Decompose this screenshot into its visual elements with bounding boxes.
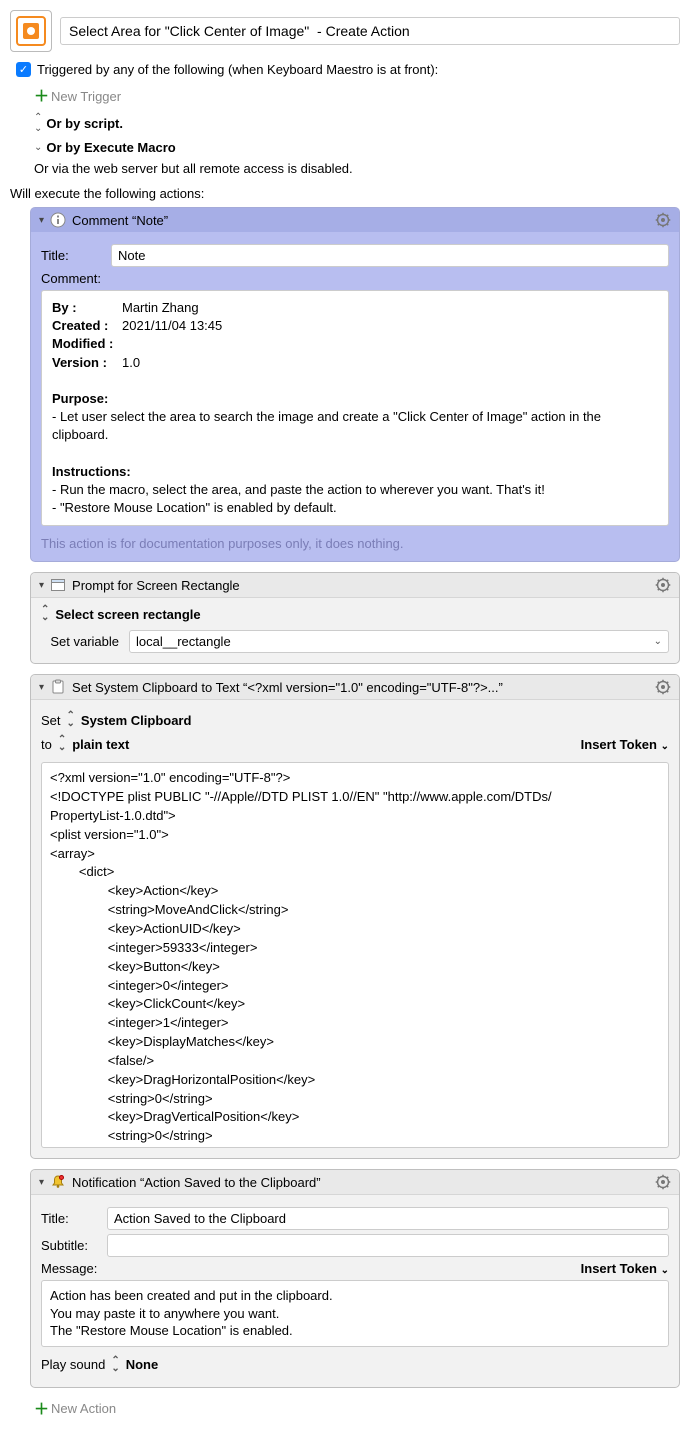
gear-icon[interactable] xyxy=(655,1174,671,1190)
chevron-down-icon[interactable]: ⌄ xyxy=(34,142,42,153)
play-sound-dropdown[interactable]: ⌃⌄ None xyxy=(111,1357,158,1373)
title-label: Title: xyxy=(41,248,101,263)
app-icon xyxy=(10,10,52,52)
new-action-button[interactable]: ＋New Action xyxy=(34,1398,680,1419)
notify-title-input[interactable] xyxy=(107,1207,669,1230)
gear-icon[interactable] xyxy=(655,679,671,695)
notify-title-label: Title: xyxy=(41,1211,97,1226)
or-by-execute-macro[interactable]: Or by Execute Macro xyxy=(46,140,175,155)
notify-subtitle-label: Subtitle: xyxy=(41,1238,97,1253)
will-execute-label: Will execute the following actions: xyxy=(10,186,680,201)
clipboard-icon xyxy=(50,679,66,695)
action-title: Notification “Action Saved to the Clipbo… xyxy=(72,1175,649,1190)
action-comment[interactable]: ▾ Comment “Note” Title: Comment: By :Mar… xyxy=(30,207,680,562)
comment-label: Comment: xyxy=(41,271,101,286)
to-format-dropdown[interactable]: ⌃⌄ plain text xyxy=(58,736,129,752)
action-title: Prompt for Screen Rectangle xyxy=(72,578,649,593)
updown-icon[interactable]: ⌃⌄ xyxy=(34,112,42,134)
action-notification[interactable]: ▾ Notification “Action Saved to the Clip… xyxy=(30,1169,680,1388)
comment-icon xyxy=(50,212,66,228)
gear-icon[interactable] xyxy=(655,212,671,228)
new-trigger-button[interactable]: ＋New Trigger xyxy=(34,85,680,106)
disclosure-icon[interactable]: ▾ xyxy=(39,682,44,693)
set-variable-label: Set variable xyxy=(41,634,119,649)
action-title: Set System Clipboard to Text “<?xml vers… xyxy=(72,680,649,695)
notify-message-label: Message: xyxy=(41,1261,97,1276)
or-by-script[interactable]: Or by script. xyxy=(46,116,123,131)
notify-message-input[interactable]: Action has been created and put in the c… xyxy=(41,1280,669,1347)
comment-body[interactable]: By :Martin Zhang Created :2021/11/04 13:… xyxy=(41,290,669,526)
set-label: Set xyxy=(41,713,61,728)
insert-token-button[interactable]: Insert Token ⌄ xyxy=(581,737,669,752)
set-target-dropdown[interactable]: ⌃⌄ System Clipboard xyxy=(67,712,192,728)
or-via-web: Or via the web server but all remote acc… xyxy=(34,161,353,176)
bell-icon xyxy=(50,1174,66,1190)
action-title: Comment “Note” xyxy=(72,213,649,228)
action-set-clipboard[interactable]: ▾ Set System Clipboard to Text “<?xml ve… xyxy=(30,674,680,1159)
to-label: to xyxy=(41,737,52,752)
select-rectangle-dropdown[interactable]: ⌃⌄ Select screen rectangle xyxy=(41,606,669,622)
chevron-down-icon: ⌄ xyxy=(654,636,662,647)
notify-subtitle-input[interactable] xyxy=(107,1234,669,1257)
comment-title-input[interactable] xyxy=(111,244,669,267)
macro-title-input[interactable] xyxy=(60,17,680,45)
comment-disclaimer: This action is for documentation purpose… xyxy=(41,536,669,551)
window-icon xyxy=(50,577,66,593)
play-sound-label: Play sound xyxy=(41,1357,105,1372)
disclosure-icon[interactable]: ▾ xyxy=(39,215,44,226)
triggered-checkbox[interactable]: ✓ xyxy=(16,62,31,77)
clipboard-text-input[interactable]: <?xml version="1.0" encoding="UTF-8"?> <… xyxy=(41,762,669,1148)
action-prompt-rectangle[interactable]: ▾ Prompt for Screen Rectangle ⌃⌄ Select … xyxy=(30,572,680,664)
disclosure-icon[interactable]: ▾ xyxy=(39,1177,44,1188)
disclosure-icon[interactable]: ▾ xyxy=(39,580,44,591)
insert-token-button[interactable]: Insert Token ⌄ xyxy=(581,1261,669,1276)
set-variable-dropdown[interactable]: local__rectangle ⌄ xyxy=(129,630,669,653)
triggered-label: Triggered by any of the following (when … xyxy=(37,62,438,77)
gear-icon[interactable] xyxy=(655,577,671,593)
